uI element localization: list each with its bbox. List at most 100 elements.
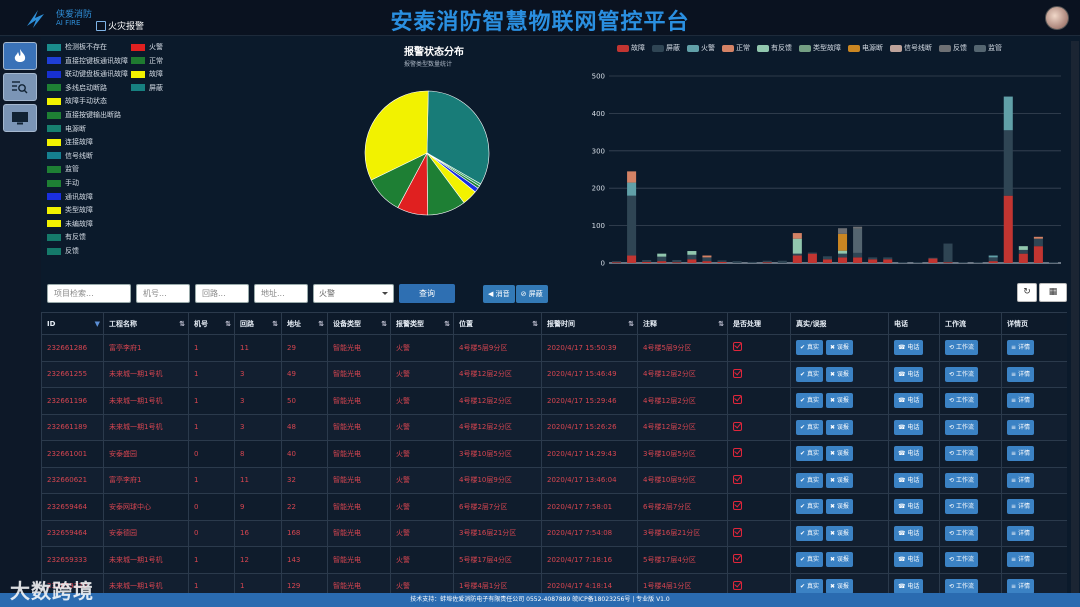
bar-segment[interactable]	[1033, 246, 1043, 263]
real-button[interactable]: ✔ 真实	[796, 366, 823, 382]
column-header[interactable]: ID ▼	[41, 312, 104, 335]
query-button[interactable]: 查询	[399, 284, 455, 303]
bar-segment[interactable]	[687, 259, 697, 263]
bar-segment[interactable]	[822, 259, 832, 263]
bar-segment[interactable]	[1003, 195, 1013, 263]
table-row[interactable]: 232661286 富亭李府1 1 11 29 智能光电 火警 4号楼5层9分区 2020/4/…	[41, 334, 1067, 362]
real-button[interactable]: ✔ 真实	[796, 340, 823, 356]
bar-segment[interactable]	[807, 252, 817, 254]
pie-legend-item[interactable]: 直接控键板通讯故障	[47, 56, 128, 66]
bar-segment[interactable]	[1003, 130, 1013, 196]
workflow-button[interactable]: ⟲ 工作流	[945, 578, 978, 594]
phone-button[interactable]: ☎ 电话	[894, 393, 924, 409]
address-input[interactable]: 地址...	[254, 284, 308, 303]
phone-button[interactable]: ☎ 电话	[894, 419, 924, 435]
phone-button[interactable]: ☎ 电话	[894, 472, 924, 488]
bar-segment[interactable]	[762, 260, 772, 263]
real-button[interactable]: ✔ 真实	[796, 578, 823, 594]
bar-segment[interactable]	[717, 261, 727, 263]
bar-segment[interactable]	[1033, 238, 1043, 247]
workflow-button[interactable]: ⟲ 工作流	[945, 446, 978, 462]
detail-button[interactable]: ≡ 详情	[1007, 340, 1034, 356]
sidebar-item-search-list[interactable]	[3, 73, 37, 101]
pie-legend-item[interactable]: 通讯故障	[47, 192, 93, 202]
pie-legend-item[interactable]: 多线启动断路	[47, 83, 107, 93]
real-button[interactable]: ✔ 真实	[796, 393, 823, 409]
checked-icon[interactable]	[733, 527, 742, 537]
column-header[interactable]: 注释 ⇅	[637, 312, 728, 335]
bar-segment[interactable]	[702, 261, 712, 263]
bar-segment[interactable]	[988, 261, 998, 263]
false-alarm-button[interactable]: ✖ 误报	[825, 419, 853, 435]
false-alarm-button[interactable]: ✖ 误报	[825, 525, 853, 541]
bar-segment[interactable]	[973, 262, 983, 264]
bar-legend-item[interactable]: 监管	[974, 43, 1002, 53]
bar-segment[interactable]	[657, 256, 667, 262]
bar-segment[interactable]	[928, 258, 938, 263]
detail-button[interactable]: ≡ 详情	[1007, 499, 1034, 515]
checked-icon[interactable]	[733, 421, 742, 431]
columns-button[interactable]: ▦	[1039, 283, 1067, 302]
bar-legend-item[interactable]: 反馈	[939, 43, 967, 53]
pie-legend-item[interactable]: 有反馈	[47, 232, 86, 242]
false-alarm-button[interactable]: ✖ 误报	[825, 472, 853, 488]
bar-segment[interactable]	[1033, 236, 1043, 239]
bar-segment[interactable]	[792, 253, 802, 256]
bar-segment[interactable]	[672, 260, 682, 263]
bar-legend-item[interactable]: 火警	[687, 43, 715, 53]
detail-button[interactable]: ≡ 详情	[1007, 472, 1034, 488]
shield-button[interactable]: ⊘ 屏蔽	[515, 285, 548, 303]
table-row[interactable]: 232659464 安泰网球中心 0 9 22 智能光电 火警 6号楼2层7分区 2020/4/…	[41, 493, 1067, 521]
bar-segment[interactable]	[627, 255, 637, 263]
bar-segment[interactable]	[807, 253, 817, 263]
bar-legend-item[interactable]: 正常	[722, 43, 750, 53]
detail-button[interactable]: ≡ 详情	[1007, 393, 1034, 409]
bar-segment[interactable]	[642, 260, 652, 262]
bar-segment[interactable]	[822, 256, 832, 260]
bar-segment[interactable]	[1018, 253, 1028, 263]
table-row[interactable]: 232661196 未来城一期1号机 1 3 50 智能光电 火警 4号楼12层2分区 2020…	[41, 387, 1067, 415]
bar-segment[interactable]	[627, 182, 637, 196]
workflow-button[interactable]: ⟲ 工作流	[945, 366, 978, 382]
bar-segment[interactable]	[792, 238, 802, 254]
column-header[interactable]: 机号 ⇅	[188, 312, 235, 335]
bar-segment[interactable]	[853, 252, 863, 258]
column-header[interactable]: 电话	[888, 312, 940, 335]
bar-legend-item[interactable]: 电源断	[848, 43, 883, 53]
phone-button[interactable]: ☎ 电话	[894, 552, 924, 568]
column-header[interactable]: 地址 ⇅	[281, 312, 328, 335]
scrollbar[interactable]	[1071, 41, 1079, 601]
bar-segment[interactable]	[838, 250, 848, 254]
workflow-button[interactable]: ⟲ 工作流	[945, 340, 978, 356]
bar-legend-item[interactable]: 类型故障	[799, 43, 841, 53]
bar-segment[interactable]	[1018, 249, 1028, 254]
column-header[interactable]: 工程名称 ⇅	[103, 312, 189, 335]
table-row[interactable]: 232661189 未来城一期1号机 1 3 48 智能光电 火警 4号楼12层2分区 2020…	[41, 413, 1067, 441]
checked-icon[interactable]	[733, 554, 742, 564]
bar-legend-item[interactable]: 信号线断	[890, 43, 932, 53]
bar-legend-item[interactable]: 有反馈	[757, 43, 792, 53]
workflow-button[interactable]: ⟲ 工作流	[945, 472, 978, 488]
pie-legend-item[interactable]: 反馈	[47, 246, 79, 256]
phone-button[interactable]: ☎ 电话	[894, 525, 924, 541]
bar-segment[interactable]	[838, 233, 848, 251]
pie-legend-item[interactable]: 直接按键输出断路	[47, 110, 121, 120]
pie-legend-item[interactable]: 未编故障	[47, 219, 93, 229]
false-alarm-button[interactable]: ✖ 误报	[825, 499, 853, 515]
pie-legend-item[interactable]: 电源断	[47, 124, 86, 134]
bar-segment[interactable]	[702, 257, 712, 262]
detail-button[interactable]: ≡ 详情	[1007, 525, 1034, 541]
pie-legend-item[interactable]: 联动键盘板通讯故障	[47, 69, 128, 79]
checked-icon[interactable]	[733, 395, 742, 405]
checked-icon[interactable]	[733, 448, 742, 458]
phone-button[interactable]: ☎ 电话	[894, 499, 924, 515]
bar-segment[interactable]	[732, 261, 742, 263]
bar-segment[interactable]	[988, 255, 998, 258]
bar-segment[interactable]	[898, 262, 908, 264]
detail-button[interactable]: ≡ 详情	[1007, 366, 1034, 382]
checked-icon[interactable]	[733, 368, 742, 378]
column-header[interactable]: 设备类型 ⇅	[327, 312, 391, 335]
bar-segment[interactable]	[627, 195, 637, 256]
column-header[interactable]: 真实/误报	[790, 312, 889, 335]
false-alarm-button[interactable]: ✖ 误报	[825, 552, 853, 568]
